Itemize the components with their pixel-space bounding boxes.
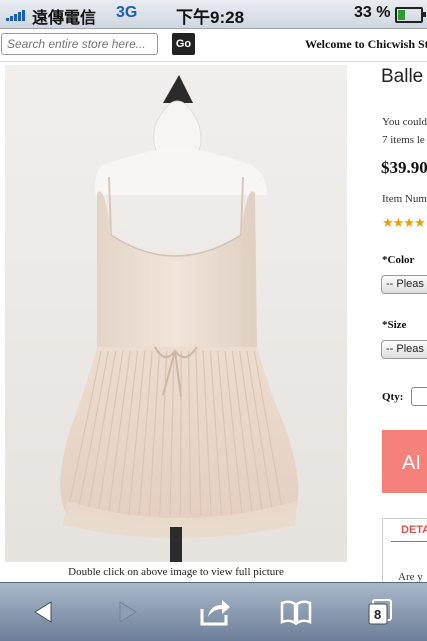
details-panel: DETA Are y: [382, 518, 427, 582]
details-text: Are y: [398, 571, 423, 582]
rating-stars-icon[interactable]: ★★★★: [382, 215, 426, 231]
battery-icon: [395, 7, 426, 23]
add-to-cart-button[interactable]: AI: [382, 430, 427, 493]
share-icon[interactable]: [198, 597, 232, 627]
search-go-button[interactable]: Go: [172, 33, 195, 55]
tab-count: 8: [374, 607, 382, 622]
product-image[interactable]: [5, 65, 347, 562]
qty-label: Qty:: [382, 391, 404, 403]
color-label: *Color: [382, 254, 415, 266]
size-label: *Size: [382, 319, 407, 331]
store-header: Go Welcome to Chicwish St: [0, 29, 427, 62]
pages-icon[interactable]: 8: [364, 597, 398, 627]
status-bar: 遠傳電信 3G 下午9:28 33 %: [0, 0, 427, 29]
color-select[interactable]: -- Pleas: [381, 275, 427, 294]
stock-text: 7 items le: [382, 134, 425, 146]
network-type: 3G: [116, 4, 138, 21]
size-select[interactable]: -- Pleas: [381, 340, 427, 359]
browser-toolbar: 8: [0, 582, 427, 641]
product-page: Double click on above image to view full…: [0, 62, 427, 582]
qty-input[interactable]: [411, 387, 427, 406]
tab-details[interactable]: DETA: [401, 524, 427, 536]
signal-strength-icon: [6, 9, 26, 21]
carrier-name: 遠傳電信: [32, 10, 97, 27]
back-icon[interactable]: [27, 597, 61, 627]
welcome-message: Welcome to Chicwish St: [305, 37, 427, 51]
product-price: $39.90: [381, 158, 427, 177]
promo-text: You could: [382, 116, 427, 128]
forward-icon[interactable]: [110, 597, 144, 627]
bookmarks-icon[interactable]: [279, 597, 313, 627]
status-clock: 下午9:28: [176, 8, 245, 27]
battery-percent: 33 %: [354, 4, 391, 21]
details-divider: [391, 541, 427, 542]
item-number: Item Num: [382, 193, 427, 205]
product-title: Balle: [381, 66, 424, 87]
dress-on-mannequin-photo: [5, 65, 347, 562]
search-input[interactable]: [1, 33, 158, 55]
image-caption: Double click on above image to view full…: [68, 566, 284, 578]
